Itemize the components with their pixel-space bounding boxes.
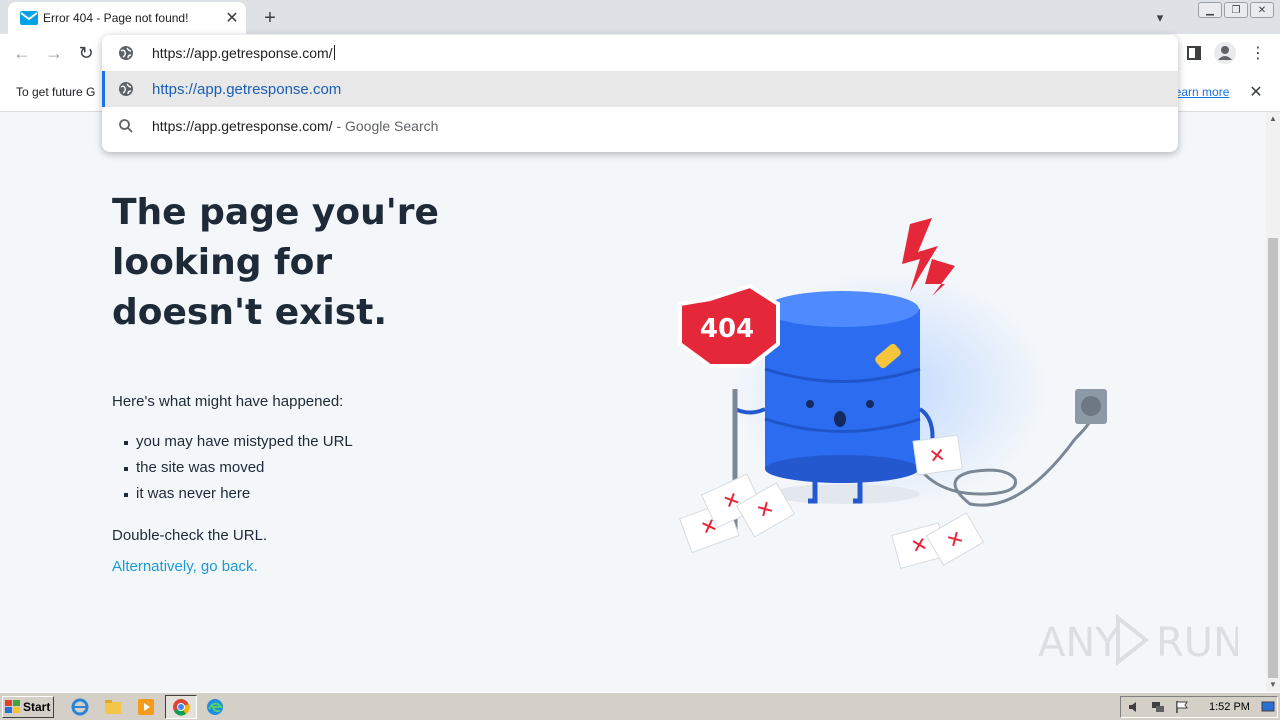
speaker-icon[interactable]: [1127, 700, 1141, 714]
omnibox-suggestion-search[interactable]: https://app.getresponse.com/ - Google Se…: [102, 108, 1178, 144]
svg-text:RUN: RUN: [1156, 620, 1238, 666]
show-desktop-icon[interactable]: [1261, 700, 1275, 714]
address-input[interactable]: https://app.getresponse.com/: [152, 45, 335, 61]
forward-arrow-icon[interactable]: →: [42, 41, 66, 65]
svg-text:ANY: ANY: [1038, 620, 1120, 666]
back-arrow-icon[interactable]: ←: [10, 41, 34, 65]
drum-shadow: [770, 484, 920, 504]
new-tab-button[interactable]: +: [258, 6, 282, 30]
reasons-list: you may have mistyped the URL the site w…: [124, 433, 353, 511]
list-item: you may have mistyped the URL: [124, 433, 353, 459]
page-content: The page you're looking for doesn't exis…: [0, 112, 1266, 692]
minimize-button[interactable]: ▁: [1198, 2, 1222, 18]
menu-kebab-icon[interactable]: ⋮: [1246, 41, 1270, 65]
list-item: the site was moved: [124, 459, 353, 485]
start-label: Start: [23, 700, 51, 714]
chrome-icon: [173, 699, 190, 716]
scroll-down-icon[interactable]: ▼: [1269, 680, 1277, 689]
network-icon[interactable]: [1151, 700, 1165, 714]
folder-icon[interactable]: [103, 697, 123, 717]
edge-icon[interactable]: [205, 697, 225, 717]
start-button[interactable]: Start: [2, 696, 54, 718]
power-plug-icon: [1075, 389, 1107, 424]
scroll-up-icon[interactable]: ▲: [1269, 114, 1277, 123]
anyrun-watermark: ANY RUN: [1038, 613, 1238, 667]
tab-strip: Error 404 - Page not found! ✕ + ▾ ▁ ❐ ✕: [0, 0, 1280, 34]
tab-search-chevron-icon[interactable]: ▾: [1150, 8, 1170, 28]
internet-explorer-icon[interactable]: [70, 697, 90, 717]
info-bar-text: To get future G: [16, 85, 96, 99]
intro-text: Here's what might have happened:: [112, 393, 344, 410]
omnibox-dropdown: https://app.getresponse.com/ https://app…: [102, 35, 1178, 152]
suggestion-url-text: https://app.getresponse.com: [152, 81, 342, 98]
list-item: it was never here: [124, 485, 353, 511]
clock: 1:52 PM: [1209, 701, 1250, 713]
broken-database-illustration: 404: [678, 218, 1107, 569]
media-player-icon[interactable]: [136, 697, 156, 717]
info-bar-close-icon[interactable]: ✕: [1246, 82, 1266, 102]
address-bar[interactable]: https://app.getresponse.com/: [102, 35, 1178, 71]
profile-avatar-icon[interactable]: [1213, 41, 1237, 65]
suggestion-search-text: https://app.getresponse.com/ - Google Se…: [152, 118, 439, 134]
tab-title: Error 404 - Page not found!: [43, 11, 189, 25]
side-panel-icon[interactable]: [1182, 41, 1206, 65]
svg-text:404: 404: [700, 314, 754, 344]
window-controls: ▁ ❐ ✕: [1198, 2, 1274, 18]
scroll-thumb[interactable]: [1268, 238, 1278, 678]
vertical-scrollbar[interactable]: ▲ ▼: [1266, 112, 1280, 692]
search-icon: [119, 119, 133, 133]
page-title: The page you're looking for doesn't exis…: [112, 192, 439, 333]
tab-close-icon[interactable]: ✕: [222, 8, 242, 28]
tab-active[interactable]: Error 404 - Page not found! ✕: [8, 2, 246, 34]
windows-flag-icon: [5, 700, 20, 713]
go-back-link[interactable]: Alternatively, go back.: [112, 558, 258, 575]
text-caret: [333, 45, 335, 60]
envelope-icon: [20, 11, 38, 25]
reload-icon[interactable]: ↻: [74, 41, 98, 65]
flag-icon[interactable]: [1175, 700, 1189, 714]
double-check-text: Double-check the URL.: [112, 527, 268, 544]
error-card-icon: [912, 434, 963, 476]
system-tray: 1:52 PM: [1120, 696, 1278, 718]
globe-icon: [119, 82, 133, 96]
chrome-taskbar-button[interactable]: [165, 695, 197, 719]
globe-icon: [119, 46, 133, 60]
omnibox-suggestion-url[interactable]: https://app.getresponse.com: [102, 71, 1178, 107]
maximize-button[interactable]: ❐: [1224, 2, 1248, 18]
taskbar: Start 1:52 PM: [0, 692, 1280, 720]
close-window-button[interactable]: ✕: [1250, 2, 1274, 18]
